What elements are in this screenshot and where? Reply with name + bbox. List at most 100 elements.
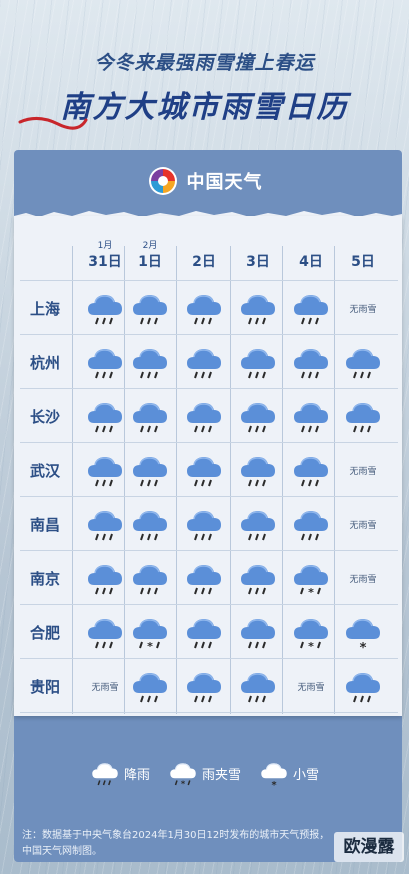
weather-cell	[124, 336, 176, 388]
grid-column-line	[176, 246, 177, 714]
city-label: 南京	[29, 570, 60, 588]
rain-cloud-icon	[133, 673, 167, 703]
rain-cloud-icon	[241, 673, 275, 703]
rain-cloud-icon	[346, 673, 380, 703]
date-day: 3日	[246, 254, 270, 270]
weather-cell	[232, 336, 284, 388]
weather-cell	[285, 282, 337, 334]
sleet-cloud-icon: *	[294, 619, 328, 652]
grid-row-line	[20, 442, 398, 443]
city-label: 杭州	[29, 354, 60, 372]
weather-cell: 无雨雪	[337, 498, 389, 550]
grid-column-line	[72, 246, 73, 714]
weather-cell	[124, 390, 176, 442]
rain-cloud-icon	[133, 349, 167, 379]
rain-cloud-icon	[241, 619, 275, 649]
page-subtitle: 今冬来最强雨雪撞上春运	[94, 52, 315, 74]
weather-cell	[124, 498, 176, 550]
city-label: 南昌	[29, 516, 60, 534]
rain-cloud-icon	[241, 403, 275, 433]
sleet-cloud-icon: *	[133, 619, 167, 652]
weather-cell	[178, 660, 230, 712]
legend-label: 降雨	[123, 767, 150, 783]
date-header-cell: 3日	[232, 240, 284, 271]
weather-cell	[178, 444, 230, 496]
city-label: 长沙	[29, 408, 60, 426]
rain-cloud-icon	[92, 763, 118, 786]
weather-cell	[285, 390, 337, 442]
rain-cloud-icon	[294, 457, 328, 487]
no-precip-label: 无雨雪	[91, 682, 119, 693]
date-day: 5日	[351, 254, 375, 270]
brand-name: 中国天气	[186, 172, 263, 193]
svg-text:*: *	[308, 640, 314, 652]
no-precip-label: 无雨雪	[349, 304, 377, 315]
date-month	[178, 240, 230, 253]
date-header-row: 1月 31日 2月 1日 2日 3日 4日 5日	[0, 240, 409, 280]
sleet-cloud-icon: *	[294, 565, 328, 598]
grid-row-line	[20, 604, 398, 605]
rain-cloud-icon	[133, 295, 167, 325]
weather-cell	[232, 660, 284, 712]
weather-cell	[178, 336, 230, 388]
sleet-cloud-icon: *	[170, 763, 196, 789]
grid-row-line	[20, 658, 398, 659]
grid-row-line	[20, 280, 398, 281]
weather-cell	[178, 552, 230, 604]
legend-label: 雨夹雪	[201, 767, 241, 783]
weather-cell	[232, 282, 284, 334]
weather-cell	[124, 552, 176, 604]
date-header-cell: 5日	[337, 240, 389, 271]
rain-cloud-icon	[241, 349, 275, 379]
weather-cell	[178, 606, 230, 658]
rain-cloud-icon	[187, 457, 221, 487]
grid-column-line	[230, 246, 231, 714]
weather-cell	[178, 390, 230, 442]
rain-cloud-icon	[88, 349, 122, 379]
title-underline-decoration	[18, 117, 88, 130]
weather-cell	[285, 444, 337, 496]
rain-cloud-icon	[187, 511, 221, 541]
city-label: 武汉	[29, 462, 60, 480]
weather-cell: *	[285, 552, 337, 604]
weather-cell	[232, 390, 284, 442]
rain-cloud-icon	[294, 295, 328, 325]
legend-item-snow: * 小雪	[259, 758, 319, 788]
rain-cloud-icon	[133, 565, 167, 595]
weather-cell: 无雨雪	[285, 660, 337, 712]
weather-cell: *	[337, 606, 389, 658]
date-day: 4日	[299, 254, 323, 270]
weather-cell	[124, 660, 176, 712]
weather-cell	[337, 336, 389, 388]
weather-cell	[232, 444, 284, 496]
weather-cell	[285, 336, 337, 388]
china-weather-logo-icon	[148, 167, 177, 195]
weather-cell	[178, 282, 230, 334]
no-precip-label: 无雨雪	[349, 466, 377, 477]
footnote-line-2: 中国天气网制图。	[22, 846, 102, 857]
svg-text:*: *	[181, 779, 186, 789]
rain-cloud-icon	[241, 295, 275, 325]
no-precip-label: 无雨雪	[349, 574, 377, 585]
rain-cloud-icon	[346, 349, 380, 379]
snow-cloud-icon: *	[346, 619, 380, 652]
city-label: 上海	[29, 300, 60, 318]
date-month	[337, 240, 389, 253]
date-day: 1日	[138, 254, 162, 270]
rain-cloud-icon	[88, 403, 122, 433]
rain-cloud-icon	[294, 511, 328, 541]
footnote: 注：数据基于中央气象台2024年1月30日12时发布的城市天气预报， 中国天气网…	[22, 828, 382, 860]
rain-cloud-icon	[133, 457, 167, 487]
legend-item-sleet: * 雨夹雪	[168, 758, 241, 788]
weather-cell	[124, 282, 176, 334]
rain-cloud-icon	[88, 511, 122, 541]
no-precip-label: 无雨雪	[297, 682, 325, 693]
weather-cell: *	[285, 606, 337, 658]
weather-cell	[337, 390, 389, 442]
weather-cell	[232, 606, 284, 658]
weather-cell: 无雨雪	[337, 282, 389, 334]
svg-text:*: *	[271, 780, 276, 788]
date-month	[285, 240, 337, 253]
grid-row-line	[20, 712, 398, 713]
rain-cloud-icon	[133, 403, 167, 433]
